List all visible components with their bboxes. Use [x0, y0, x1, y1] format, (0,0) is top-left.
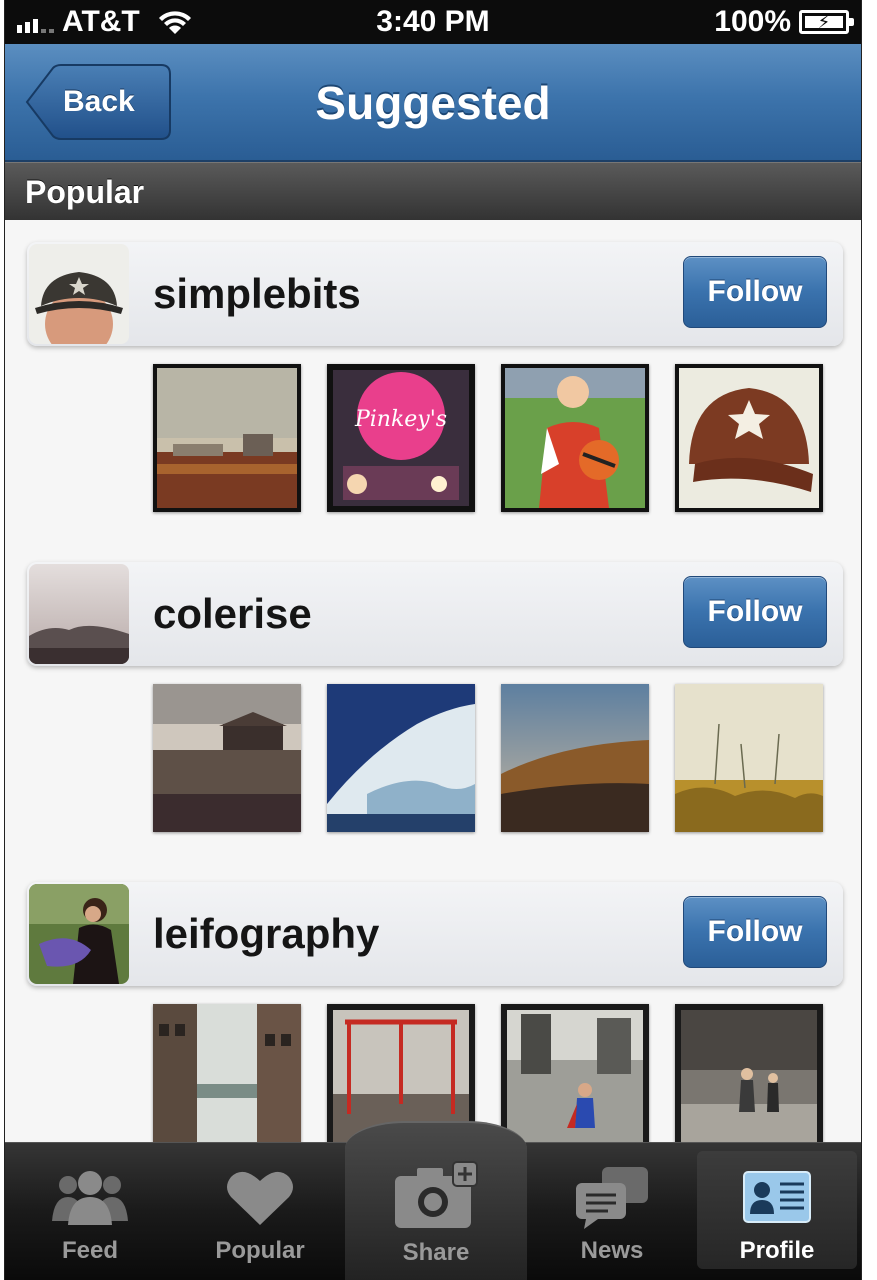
tab-label: Popular: [215, 1237, 305, 1264]
username[interactable]: leifography: [153, 882, 379, 986]
user-row[interactable]: leifography Follow: [27, 882, 843, 986]
follow-button[interactable]: Follow: [683, 896, 827, 968]
battery-percent: 100%: [714, 5, 791, 38]
photo-thumbnail[interactable]: [501, 1004, 649, 1142]
photo-thumbnail[interactable]: [153, 1004, 301, 1142]
battery-icon: ⚡: [799, 10, 854, 34]
tab-feed[interactable]: Feed: [5, 1143, 175, 1275]
photo-thumbnail[interactable]: [153, 364, 301, 512]
tab-label: Feed: [61, 1237, 118, 1264]
username[interactable]: colerise: [153, 562, 312, 666]
suggested-users-list[interactable]: simplebits Follow Pinkey's colerise Foll…: [5, 220, 861, 1142]
speech-bubbles-icon: [527, 1157, 697, 1237]
photo-strip: [149, 684, 829, 834]
avatar[interactable]: [29, 244, 129, 344]
tab-popular[interactable]: Popular: [175, 1143, 345, 1275]
follow-button[interactable]: Follow: [683, 576, 827, 648]
tab-label: News: [580, 1237, 644, 1264]
people-icon: [5, 1157, 175, 1237]
photo-strip: Pinkey's: [149, 364, 829, 514]
back-button-label: Back: [63, 85, 135, 118]
camera-plus-icon: [345, 1155, 527, 1235]
photo-thumbnail[interactable]: [501, 684, 649, 832]
navigation-bar: Suggested Back: [5, 44, 861, 162]
avatar[interactable]: [29, 564, 129, 664]
photo-thumbnail[interactable]: [327, 684, 475, 832]
photo-thumbnail[interactable]: [501, 364, 649, 512]
status-bar: AT&T 3:40 PM 100% ⚡: [5, 0, 861, 44]
heart-icon: [175, 1157, 345, 1237]
follow-button[interactable]: Follow: [683, 256, 827, 328]
user-block: leifography Follow: [5, 860, 861, 1142]
tab-profile[interactable]: Profile: [697, 1151, 857, 1269]
user-row[interactable]: simplebits Follow: [27, 242, 843, 346]
tab-news[interactable]: News: [527, 1143, 697, 1275]
tab-share[interactable]: Share: [345, 1121, 527, 1280]
user-row[interactable]: colerise Follow: [27, 562, 843, 666]
photo-strip: [149, 1004, 829, 1142]
photo-thumbnail[interactable]: [675, 684, 823, 832]
section-header: Popular: [5, 162, 861, 220]
status-right: 100% ⚡: [714, 0, 854, 44]
user-block: colerise Follow: [5, 540, 861, 860]
user-block: simplebits Follow Pinkey's: [5, 220, 861, 540]
tab-label: Profile: [739, 1237, 815, 1264]
photo-thumbnail[interactable]: Pinkey's: [327, 364, 475, 512]
username[interactable]: simplebits: [153, 242, 361, 346]
app-screen: AT&T 3:40 PM 100% ⚡ Suggested Back Popul…: [4, 0, 862, 1280]
svg-text:Pinkey's: Pinkey's: [354, 407, 447, 432]
avatar[interactable]: [29, 884, 129, 984]
photo-thumbnail[interactable]: [675, 1004, 823, 1142]
photo-thumbnail[interactable]: [153, 684, 301, 832]
tab-label: Share: [402, 1239, 470, 1266]
tab-bar: Feed Popular Share News Profile: [5, 1121, 861, 1280]
id-card-icon: [697, 1157, 857, 1237]
back-button[interactable]: Back: [25, 64, 171, 140]
photo-thumbnail[interactable]: [675, 364, 823, 512]
